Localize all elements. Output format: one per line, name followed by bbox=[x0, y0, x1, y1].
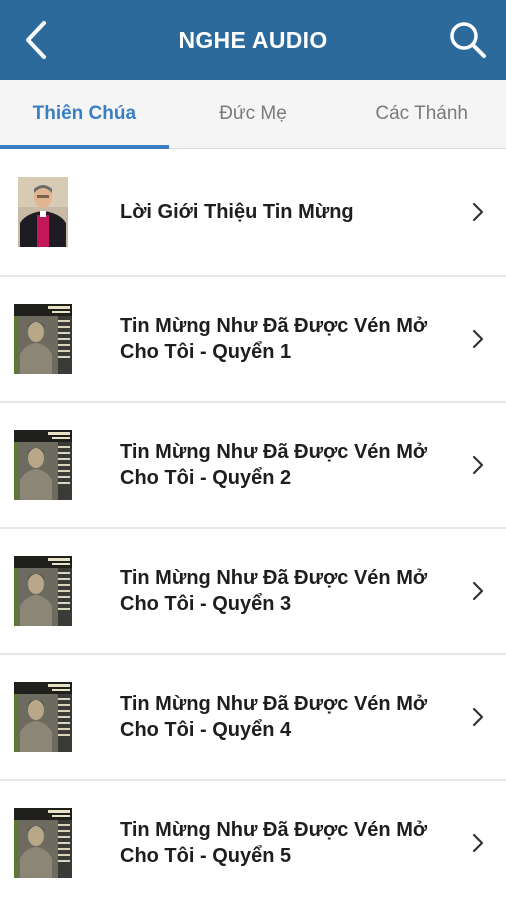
tab-label: Đức Mẹ bbox=[219, 103, 287, 124]
page-title: NGHE AUDIO bbox=[178, 26, 328, 53]
book-cover-thumbnail bbox=[14, 556, 72, 626]
bishop-portrait-thumbnail bbox=[18, 177, 68, 247]
list-item[interactable]: Tin Mừng Như Đã Được Vén Mở Cho Tôi - Qu… bbox=[0, 655, 506, 781]
chevron-right-icon bbox=[470, 453, 486, 477]
chevron-left-icon bbox=[26, 21, 46, 59]
chevron-right-icon bbox=[470, 200, 486, 224]
book-cover-thumbnail bbox=[14, 304, 72, 374]
item-title: Lời Giới Thiệu Tin Mừng bbox=[120, 201, 354, 223]
book-cover-thumbnail bbox=[14, 430, 72, 500]
chevron-right-icon bbox=[470, 705, 486, 729]
chevron-right-icon bbox=[470, 327, 486, 351]
book-cover-thumbnail bbox=[14, 808, 72, 878]
chevron-right-icon bbox=[470, 579, 486, 603]
search-icon bbox=[450, 22, 486, 58]
tab-duc-me[interactable]: Đức Mẹ bbox=[169, 80, 338, 148]
list-item[interactable]: Tin Mừng Như Đã Được Vén Mở Cho Tôi - Qu… bbox=[0, 781, 506, 900]
list-item[interactable]: Tin Mừng Như Đã Được Vén Mở Cho Tôi - Qu… bbox=[0, 277, 506, 403]
category-tabs: Thiên Chúa Đức Mẹ Các Thánh bbox=[0, 80, 506, 149]
tab-cac-thanh[interactable]: Các Thánh bbox=[337, 80, 506, 148]
item-title: Tin Mừng Như Đã Được Vén Mở Cho Tôi - Qu… bbox=[120, 819, 428, 867]
audio-list: Lời Giới Thiệu Tin Mừng Tin Mừng Như Đã … bbox=[0, 149, 506, 900]
item-title: Tin Mừng Như Đã Được Vén Mở Cho Tôi - Qu… bbox=[120, 441, 428, 489]
tab-thien-chua[interactable]: Thiên Chúa bbox=[0, 80, 169, 149]
chevron-right-icon bbox=[470, 831, 486, 855]
list-item[interactable]: Tin Mừng Như Đã Được Vén Mở Cho Tôi - Qu… bbox=[0, 529, 506, 655]
list-item[interactable]: Lời Giới Thiệu Tin Mừng bbox=[0, 149, 506, 277]
tab-label: Các Thánh bbox=[375, 103, 468, 124]
top-app-bar: NGHE AUDIO bbox=[0, 0, 506, 80]
item-title: Tin Mừng Như Đã Được Vén Mở Cho Tôi - Qu… bbox=[120, 315, 428, 363]
item-title: Tin Mừng Như Đã Được Vén Mở Cho Tôi - Qu… bbox=[120, 567, 428, 615]
back-button[interactable] bbox=[14, 16, 58, 64]
search-button[interactable] bbox=[444, 16, 492, 64]
book-cover-thumbnail bbox=[14, 682, 72, 752]
tab-label: Thiên Chúa bbox=[32, 103, 137, 124]
app-screen: NGHE AUDIO Thiên Chúa Đức Mẹ Các Thánh L… bbox=[0, 0, 506, 900]
item-title: Tin Mừng Như Đã Được Vén Mở Cho Tôi - Qu… bbox=[120, 693, 428, 741]
list-item[interactable]: Tin Mừng Như Đã Được Vén Mở Cho Tôi - Qu… bbox=[0, 403, 506, 529]
